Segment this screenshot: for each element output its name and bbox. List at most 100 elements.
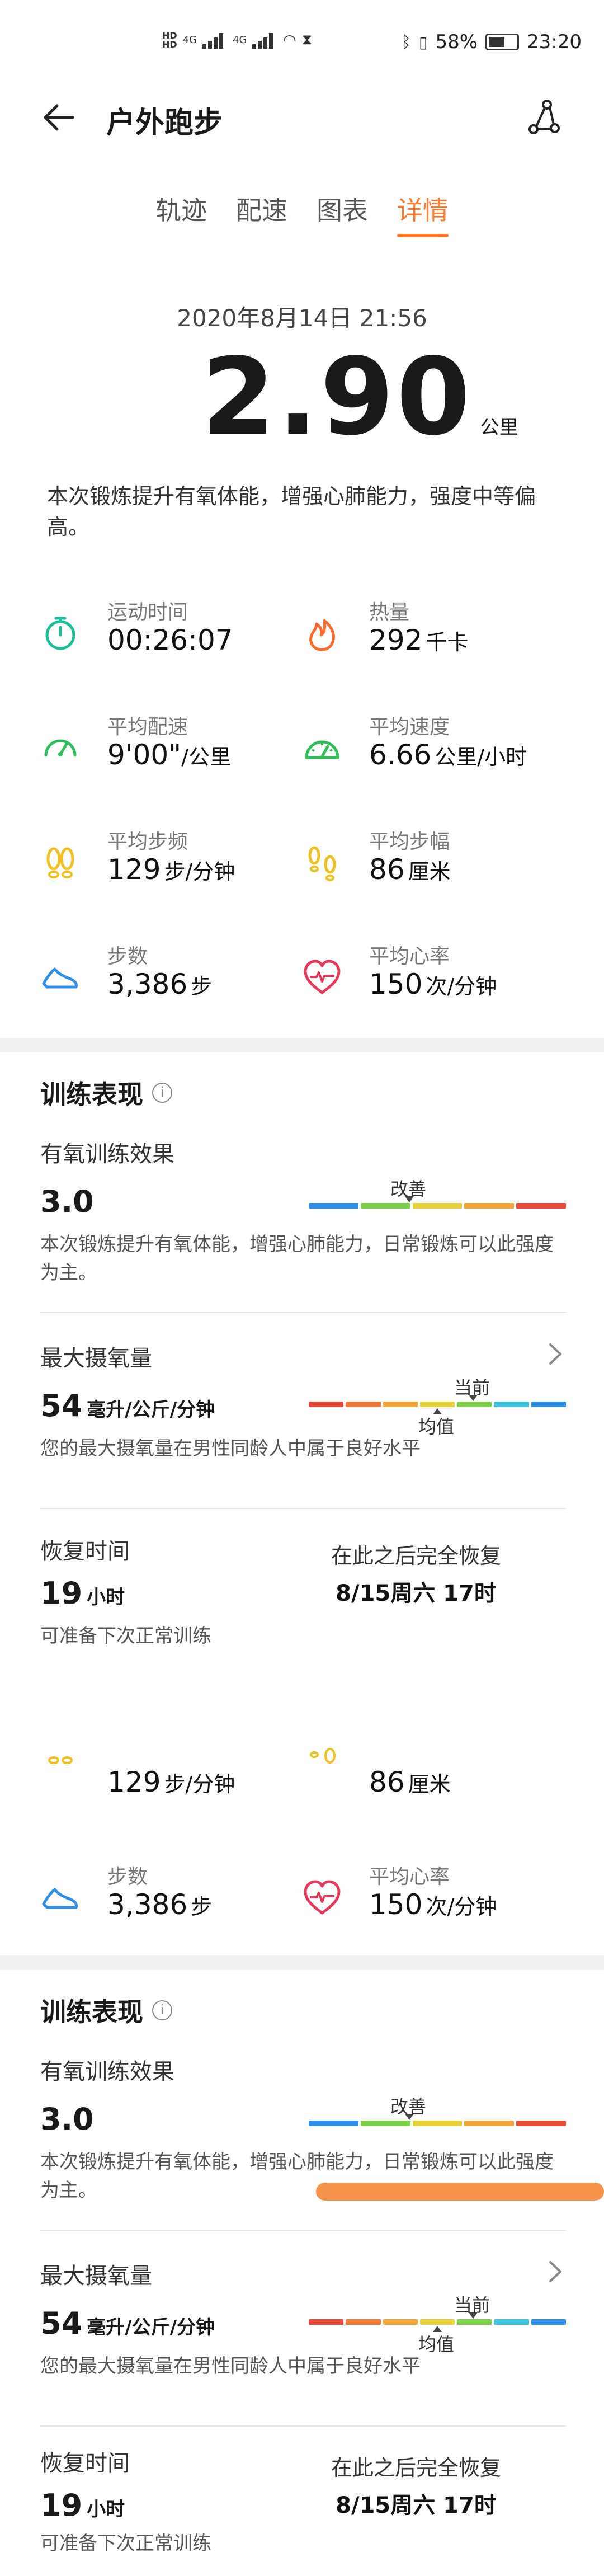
- recovery-desc: 可准备下次正常训练: [40, 2532, 211, 2555]
- aerobic-label: 有氧训练效果: [40, 1141, 174, 1167]
- metric-label: 平均速度: [369, 716, 450, 739]
- metric-label: 步数: [107, 1865, 148, 1888]
- distance-unit: 公里: [480, 416, 518, 439]
- stopwatch-icon: [45, 617, 76, 650]
- calories-value: 292: [369, 624, 423, 656]
- pace-value: 9'00": [107, 739, 182, 771]
- vo2max-unit: 毫升/公斤/分钟: [87, 2316, 215, 2339]
- tab-pace[interactable]: 配速: [236, 190, 287, 237]
- metric-label: 热量: [369, 601, 410, 624]
- training-section-header: 训练表现 i: [40, 1074, 566, 1111]
- shoe-icon: [42, 1888, 78, 1909]
- metric-label: 平均步频: [107, 830, 188, 853]
- metric-label: 平均心率: [369, 945, 450, 968]
- metric-heart-rate: 平均心率 150 次/分钟: [302, 940, 559, 1018]
- current-marker: [469, 2312, 478, 2319]
- vo2max-unit: 毫升/公斤/分钟: [87, 1399, 215, 1421]
- vo2max-value: 54: [40, 1388, 83, 1423]
- recovery-desc: 可准备下次正常训练: [40, 1625, 211, 1647]
- distance-value: 2.90: [201, 335, 473, 459]
- average-label: 均值: [418, 1416, 455, 1437]
- app-bar: 户外跑步: [0, 92, 604, 143]
- metric-calories: 热量 292 千卡: [302, 596, 559, 674]
- metric-value: 150 次/分钟: [369, 1888, 497, 1921]
- aerobic-effect-card: 有氧训练效果 3.0 本次锻炼提升有氧体能，增强心肺能力，日常锻炼可以此强度为主…: [40, 1136, 566, 1287]
- footprints-icon: [48, 1756, 73, 1764]
- tab-track[interactable]: 轨迹: [155, 190, 207, 237]
- training-section-header: 训练表现 i: [40, 1992, 566, 2029]
- signal-icon-2: [252, 32, 277, 49]
- chevron-right-icon[interactable]: [544, 2258, 566, 2286]
- flame-icon: [309, 619, 335, 651]
- steps-value: 3,386: [107, 1888, 188, 1921]
- vo2max-label: 最大摄氧量: [40, 2263, 152, 2289]
- section-title: 训练表现: [40, 1079, 143, 1110]
- metric-label: 平均配速: [107, 716, 188, 739]
- route-share-icon[interactable]: [525, 97, 565, 137]
- metric-stride: 平均步幅 86 厘米: [302, 825, 559, 904]
- vo2max-scale: 当前 均值: [309, 1374, 566, 1437]
- metric-cadence: 平均步频 129 步/分钟: [40, 825, 298, 904]
- average-label: 均值: [418, 2334, 455, 2355]
- calories-unit: 千卡: [426, 630, 469, 655]
- tab-details[interactable]: 详情: [397, 190, 449, 237]
- info-icon[interactable]: i: [152, 2000, 172, 2020]
- network-label: 4G: [182, 34, 197, 46]
- info-icon[interactable]: i: [152, 1083, 172, 1103]
- signal-icon: [202, 32, 227, 49]
- battery-icon: [485, 34, 520, 50]
- metric-label: 平均心率: [369, 1865, 450, 1888]
- metric-label: 步数: [107, 945, 148, 968]
- stride-icon: [310, 1748, 336, 1764]
- vo2max-card[interactable]: 最大摄氧量 54 毫升/公斤/分钟 您的最大摄氧量在男性同龄人中属于良好水平 当前…: [40, 1340, 566, 1463]
- recovery-unit: 小时: [87, 2498, 125, 2521]
- cadence-unit: 步/分钟: [164, 859, 235, 884]
- scale-marker: [405, 2114, 414, 2120]
- section-title: 训练表现: [40, 1997, 143, 2027]
- chevron-right-icon[interactable]: [544, 1340, 566, 1368]
- metric-duration: 运动时间 00:26:07: [40, 596, 298, 674]
- vo2max-value: 54: [40, 2306, 83, 2341]
- divider: [40, 1508, 566, 1509]
- pace-unit: /公里: [181, 745, 231, 769]
- metric-value: 00:26:07: [107, 624, 233, 656]
- vo2max-desc: 您的最大摄氧量在男性同龄人中属于良好水平: [40, 1437, 421, 1460]
- status-bar: HD HD 4G 4G ◠ ⧗ ᛒ ▯ 58% 23:20: [0, 0, 604, 84]
- vo2max-card[interactable]: 最大摄氧量 54 毫升/公斤/分钟 您的最大摄氧量在男性同龄人中属于良好水平 当前…: [40, 2258, 566, 2381]
- signal-indicators: HD HD 4G 4G ◠ ⧗: [162, 31, 312, 49]
- heart-rate-value: 150: [369, 1888, 423, 1921]
- highlight-underline: [316, 2183, 604, 2201]
- vo2max-label: 最大摄氧量: [40, 1346, 152, 1371]
- metric-value: 86 厘米: [369, 1766, 451, 1798]
- recovery-unit: 小时: [87, 1586, 125, 1609]
- tab-charts[interactable]: 图表: [317, 190, 368, 237]
- shoe-icon: [42, 967, 78, 989]
- metric-stride: 86 厘米: [302, 1746, 559, 1824]
- workout-date: 2020年8月14日 21:56: [177, 304, 427, 332]
- aerobic-desc: 本次锻炼提升有氧体能，增强心肺能力，日常锻炼可以此强度为主。: [40, 1233, 554, 1284]
- section-divider: [0, 1955, 604, 1970]
- page-title: 户外跑步: [106, 106, 223, 140]
- back-arrow-icon[interactable]: [39, 98, 78, 137]
- metric-steps: 步数 3,386 步: [40, 940, 298, 1018]
- clock: 23:20: [527, 31, 582, 53]
- cadence-value: 129: [107, 853, 161, 886]
- recovery-until: 在此之后完全恢复 8/15周六 17时: [331, 2451, 501, 2519]
- stride-unit: 厘米: [408, 859, 451, 884]
- cadence-value: 129: [107, 1766, 161, 1798]
- recovery-after-value: 8/15周六 17时: [336, 2493, 497, 2518]
- stride-unit: 厘米: [408, 1772, 451, 1797]
- recovery-until: 在此之后完全恢复 8/15周六 17时: [331, 1539, 501, 1607]
- distance-display: 2.90 公里: [201, 344, 518, 450]
- heart-rate-value: 150: [369, 968, 423, 1000]
- aerobic-label: 有氧训练效果: [40, 2059, 174, 2085]
- recovery-after-label: 在此之后完全恢复: [331, 1544, 502, 1568]
- hourglass-icon: ⧗: [301, 31, 313, 48]
- vo2max-desc: 您的最大摄氧量在男性同龄人中属于良好水平: [40, 2355, 421, 2377]
- metric-value: 129 步/分钟: [107, 1766, 235, 1798]
- heart-rate-icon: [304, 960, 341, 994]
- steps-unit: 步: [191, 974, 213, 999]
- section-divider: [0, 1038, 604, 1052]
- aerobic-scale-bar: [309, 2121, 566, 2126]
- metric-value: 292 千卡: [369, 624, 468, 656]
